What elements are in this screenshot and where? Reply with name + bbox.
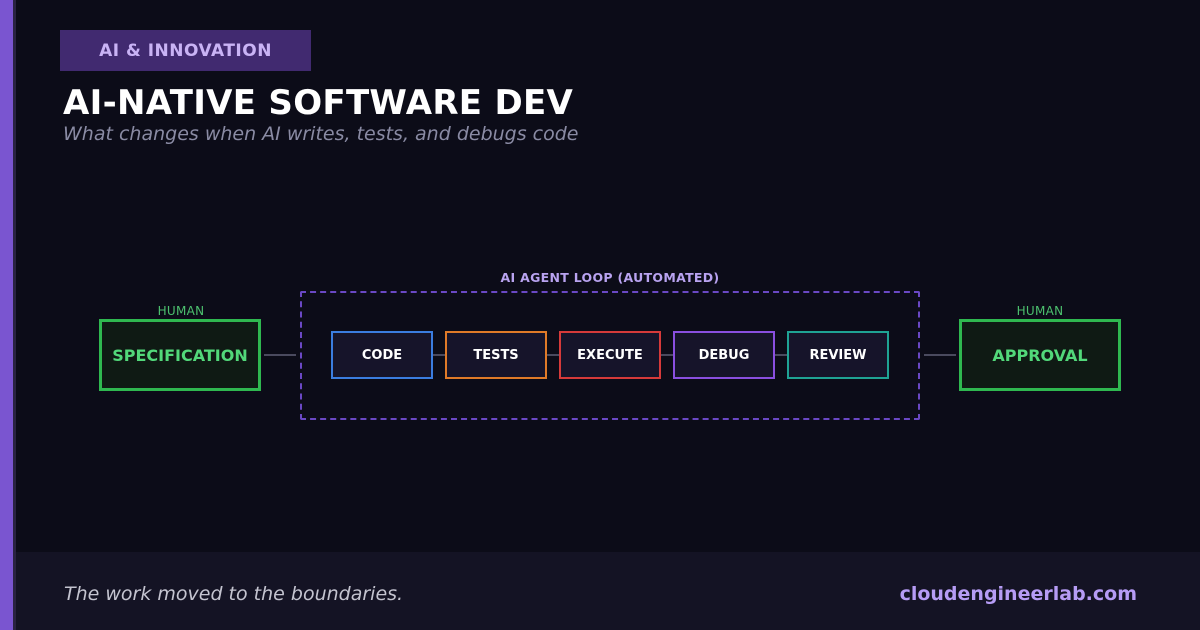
connector-debug-review xyxy=(775,354,787,356)
connector-tests-execute xyxy=(547,354,559,356)
connector-spec-to-loop xyxy=(264,354,296,356)
step-review: REVIEW xyxy=(787,331,889,379)
connector-loop-to-approval xyxy=(924,354,956,356)
page-subtitle: What changes when AI writes, tests, and … xyxy=(63,123,579,145)
category-badge: AI & INNOVATION xyxy=(60,30,311,71)
right-human-label: HUMAN xyxy=(1016,304,1064,318)
left-accent-edge xyxy=(13,0,16,630)
footer-site-link[interactable]: cloudengineerlab.com xyxy=(900,582,1137,606)
step-debug: DEBUG xyxy=(673,331,775,379)
connector-code-tests xyxy=(433,354,445,356)
step-code: CODE xyxy=(331,331,433,379)
left-accent-bar xyxy=(0,0,13,630)
left-human-label: HUMAN xyxy=(157,304,205,318)
step-execute: EXECUTE xyxy=(559,331,661,379)
agent-loop-label: AI AGENT LOOP (AUTOMATED) xyxy=(500,270,720,285)
connector-execute-debug xyxy=(661,354,673,356)
specification-box: SPECIFICATION xyxy=(99,319,261,391)
footer-tagline: The work moved to the boundaries. xyxy=(64,583,404,605)
step-tests: TESTS xyxy=(445,331,547,379)
page-title: AI-NATIVE SOFTWARE DEV xyxy=(63,83,574,123)
approval-box: APPROVAL xyxy=(959,319,1121,391)
